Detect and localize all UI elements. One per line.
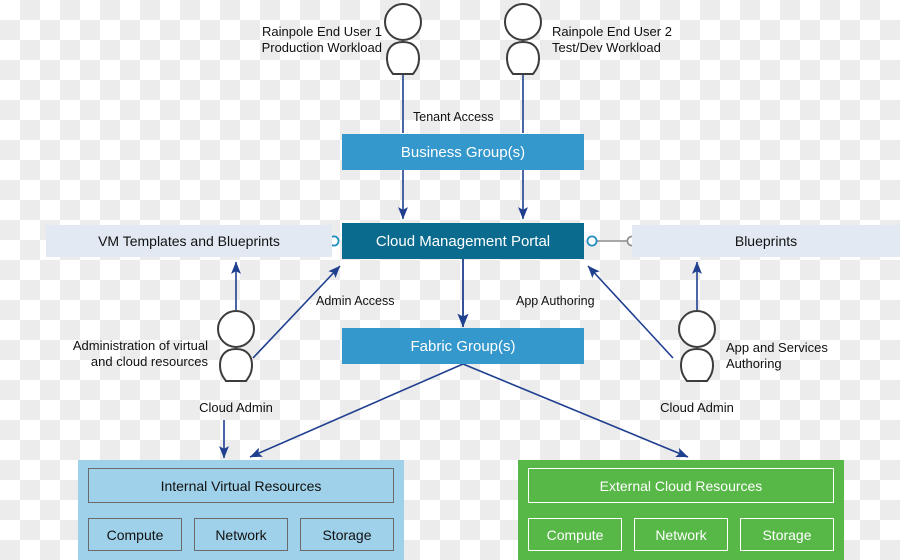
actor-label-cloud-admin-left: Administration of virtual and cloud reso… bbox=[72, 338, 208, 370]
resource-item-external-storage[interactable]: Storage bbox=[740, 518, 834, 551]
resource-group-internal: Internal Virtual Resources Compute Netwo… bbox=[78, 460, 404, 560]
actor-caption-cloud-admin-right: Cloud Admin bbox=[660, 400, 734, 415]
resource-item-external-network[interactable]: Network bbox=[634, 518, 728, 551]
resource-item-external-compute[interactable]: Compute bbox=[528, 518, 622, 551]
node-blueprints[interactable]: Blueprints bbox=[632, 225, 900, 257]
resource-group-internal-title: Internal Virtual Resources bbox=[88, 468, 394, 503]
edge-label-app-authoring: App Authoring bbox=[516, 294, 595, 308]
actor-caption-cloud-admin-left: Cloud Admin bbox=[199, 400, 273, 415]
resource-item-internal-compute[interactable]: Compute bbox=[88, 518, 182, 551]
resource-item-internal-network[interactable]: Network bbox=[194, 518, 288, 551]
person-icon-enduser1 bbox=[384, 3, 422, 75]
node-vm-templates-and-blueprints[interactable]: VM Templates and Blueprints bbox=[46, 225, 332, 257]
edge-label-tenant-access: Tenant Access bbox=[413, 110, 494, 124]
edge-cloudadmin-right-to-portal bbox=[587, 265, 674, 359]
actor-label-end-user-2: Rainpole End User 2 Test/Dev Workload bbox=[552, 24, 672, 56]
edge-label-admin-access: Admin Access bbox=[316, 294, 395, 308]
node-fabric-group[interactable]: Fabric Group(s) bbox=[342, 328, 584, 364]
resource-group-external-title: External Cloud Resources bbox=[528, 468, 834, 503]
resource-item-internal-storage[interactable]: Storage bbox=[300, 518, 394, 551]
connector-dot-blue-right bbox=[586, 235, 598, 247]
edge-cloudadmin-left-to-portal bbox=[252, 265, 341, 359]
node-business-group[interactable]: Business Group(s) bbox=[342, 134, 584, 170]
node-cloud-management-portal[interactable]: Cloud Management Portal bbox=[342, 223, 584, 259]
resource-group-external: External Cloud Resources Compute Network… bbox=[518, 460, 844, 560]
actor-label-end-user-1: Rainpole End User 1 Production Workload bbox=[261, 24, 382, 56]
person-icon-cloudadmin-left bbox=[217, 310, 255, 382]
person-icon-enduser2 bbox=[504, 3, 542, 75]
person-icon-cloudadmin-right bbox=[678, 310, 716, 382]
actor-label-cloud-admin-right: App and Services Authoring bbox=[726, 340, 828, 372]
diagram-canvas: Rainpole End User 1 Production Workload … bbox=[0, 0, 900, 560]
